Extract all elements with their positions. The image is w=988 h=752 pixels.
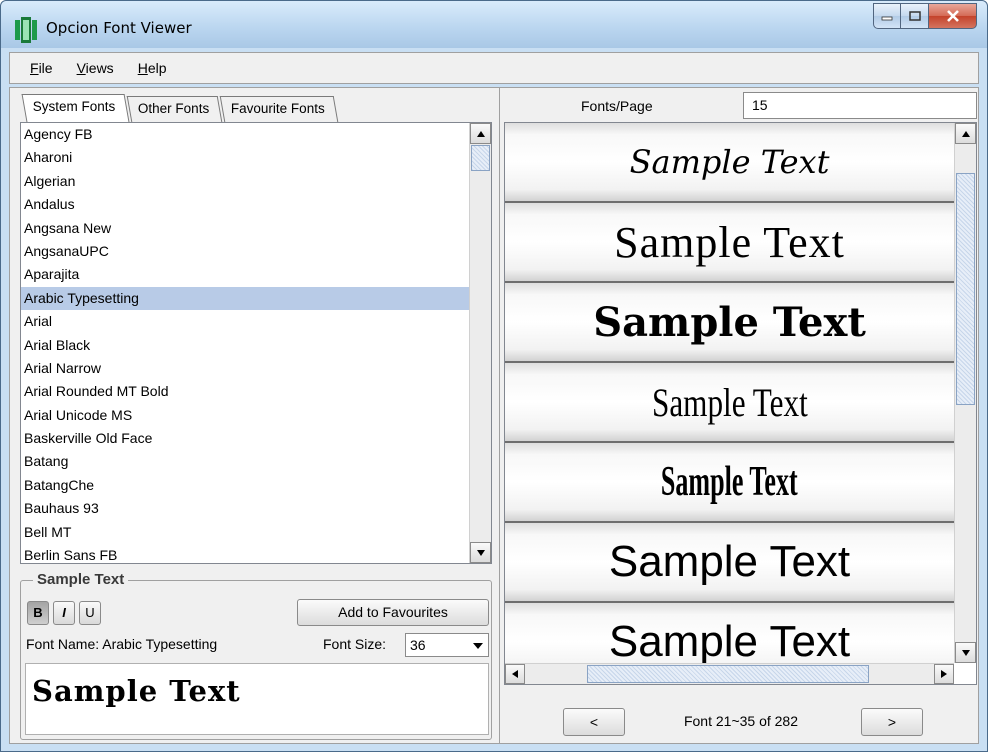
main-content: System Fonts Other Fonts Favourite Fonts…: [9, 87, 979, 744]
bold-button[interactable]: B: [27, 601, 49, 625]
sample-row[interactable]: Sample Text: [505, 443, 954, 523]
sample-text: Sample Text: [651, 379, 808, 425]
font-list-item[interactable]: Arial: [21, 310, 469, 333]
scroll-thumb[interactable]: [956, 173, 975, 405]
arrow-up-icon: [961, 130, 970, 137]
window-title: Opcion Font Viewer: [46, 19, 192, 37]
scroll-right-button[interactable]: [934, 664, 954, 684]
sample-text: Sample Text: [614, 217, 845, 267]
scroll-down-button[interactable]: [955, 642, 976, 663]
font-list-item[interactable]: Arabic Typesetting: [21, 286, 469, 311]
font-list-item[interactable]: Bauhaus 93: [21, 497, 469, 520]
preview-text: Sample Text: [32, 674, 241, 708]
tab-other-fonts[interactable]: Other Fonts: [126, 96, 223, 122]
font-list-item[interactable]: Arial Unicode MS: [21, 404, 469, 427]
italic-button[interactable]: I: [53, 601, 75, 625]
sample-row[interactable]: Sample Text: [505, 123, 954, 203]
close-button[interactable]: [929, 3, 977, 29]
sample-text-legend: Sample Text: [33, 571, 129, 588]
font-list[interactable]: Agency FB Aharoni Algerian Andalus Angsana N…: [21, 123, 469, 563]
font-list-item[interactable]: Aparajita: [21, 263, 469, 286]
horizontal-scroll-thumb[interactable]: [587, 665, 869, 683]
tab-system-fonts[interactable]: System Fonts: [21, 94, 129, 122]
chevron-down-icon: [473, 643, 483, 649]
font-size-select[interactable]: 36: [405, 633, 489, 657]
window-controls: [873, 3, 977, 31]
sample-text: Sample Text: [608, 617, 851, 663]
arrow-down-icon: [961, 649, 970, 656]
menu-help[interactable]: Help: [138, 60, 167, 76]
scroll-thumb[interactable]: [471, 145, 490, 171]
scroll-down-button[interactable]: [470, 542, 491, 563]
font-size-value: 36: [410, 637, 426, 653]
app-window: Opcion Font Viewer File Views Help Syste…: [0, 0, 988, 752]
title-bar[interactable]: Opcion Font Viewer: [1, 1, 987, 48]
font-list-item[interactable]: Arial Rounded MT Bold: [21, 380, 469, 403]
font-list-item[interactable]: BatangChe: [21, 474, 469, 497]
arrow-down-icon: [476, 549, 485, 556]
font-list-item[interactable]: Bell MT: [21, 521, 469, 544]
sample-row[interactable]: Sample Text: [505, 523, 954, 603]
font-list-item[interactable]: Baskerville Old Face: [21, 427, 469, 450]
font-list-item[interactable]: Andalus: [21, 193, 469, 216]
menu-file[interactable]: File: [30, 60, 53, 76]
font-size-label: Font Size:: [323, 636, 387, 652]
underline-button[interactable]: U: [79, 601, 101, 625]
font-tabs: System Fonts Other Fonts Favourite Fonts: [21, 94, 338, 122]
maximize-button[interactable]: [901, 3, 929, 29]
font-list-item[interactable]: Berlin Sans FB: [21, 544, 469, 563]
maximize-icon: [908, 11, 921, 21]
add-to-favourites-button[interactable]: Add to Favourites: [297, 599, 489, 626]
fonts-per-page-input[interactable]: 15: [743, 92, 977, 119]
previous-page-button[interactable]: <: [563, 708, 625, 736]
app-icon: [15, 17, 37, 43]
page-info: Font 21~35 of 282: [683, 713, 799, 729]
sample-text: Sample Text: [629, 143, 830, 181]
menu-views[interactable]: Views: [77, 60, 114, 76]
samples-box: Sample Text Sample Text Sample Text Samp…: [504, 122, 977, 685]
font-list-item[interactable]: Aharoni: [21, 146, 469, 169]
minimize-icon: [881, 16, 893, 21]
menu-bar: File Views Help: [9, 52, 979, 84]
arrow-left-icon: [512, 670, 518, 678]
font-list-item[interactable]: Agency FB: [21, 123, 469, 146]
sample-row[interactable]: Sample Text: [505, 363, 954, 443]
arrow-right-icon: [941, 670, 947, 678]
font-list-item[interactable]: Arial Black: [21, 334, 469, 357]
font-list-box: Agency FB Aharoni Algerian Andalus Angsana N…: [20, 122, 492, 564]
font-list-item[interactable]: Angsana New: [21, 217, 469, 240]
font-list-item[interactable]: Algerian: [21, 170, 469, 193]
samples-horizontal-scrollbar[interactable]: [505, 663, 954, 684]
scroll-up-button[interactable]: [955, 123, 976, 144]
left-panel: System Fonts Other Fonts Favourite Fonts…: [10, 88, 500, 743]
samples-vertical-scrollbar[interactable]: [954, 123, 976, 663]
right-panel: Fonts/Page 15 Sample Text Sample Text Sa…: [501, 88, 978, 743]
font-list-item[interactable]: AngsanaUPC: [21, 240, 469, 263]
samples-list: Sample Text Sample Text Sample Text Samp…: [505, 123, 954, 663]
scroll-up-button[interactable]: [470, 123, 491, 144]
font-list-scrollbar[interactable]: [469, 123, 491, 563]
font-list-item[interactable]: Arial Narrow: [21, 357, 469, 380]
sample-text: Sample Text: [593, 298, 866, 346]
sample-text-group: Sample Text B I U Add to Favourites Font…: [20, 571, 492, 740]
font-name-label: Font Name: Arabic Typesetting: [26, 636, 218, 652]
font-list-item[interactable]: Batang: [21, 450, 469, 473]
close-icon: [946, 10, 959, 22]
fonts-per-page-label: Fonts/Page: [581, 98, 653, 114]
tab-favourite-fonts[interactable]: Favourite Fonts: [219, 96, 338, 122]
sample-row[interactable]: Sample Text: [505, 203, 954, 283]
minimize-button[interactable]: [873, 3, 901, 29]
scroll-left-button[interactable]: [505, 664, 525, 684]
sample-row[interactable]: Sample Text: [505, 603, 954, 663]
next-page-button[interactable]: >: [861, 708, 923, 736]
sample-row[interactable]: Sample Text: [505, 283, 954, 363]
sample-text: Sample Text: [661, 459, 798, 505]
arrow-up-icon: [476, 130, 485, 137]
sample-text: Sample Text: [608, 537, 851, 586]
sample-preview: Sample Text: [25, 663, 489, 735]
